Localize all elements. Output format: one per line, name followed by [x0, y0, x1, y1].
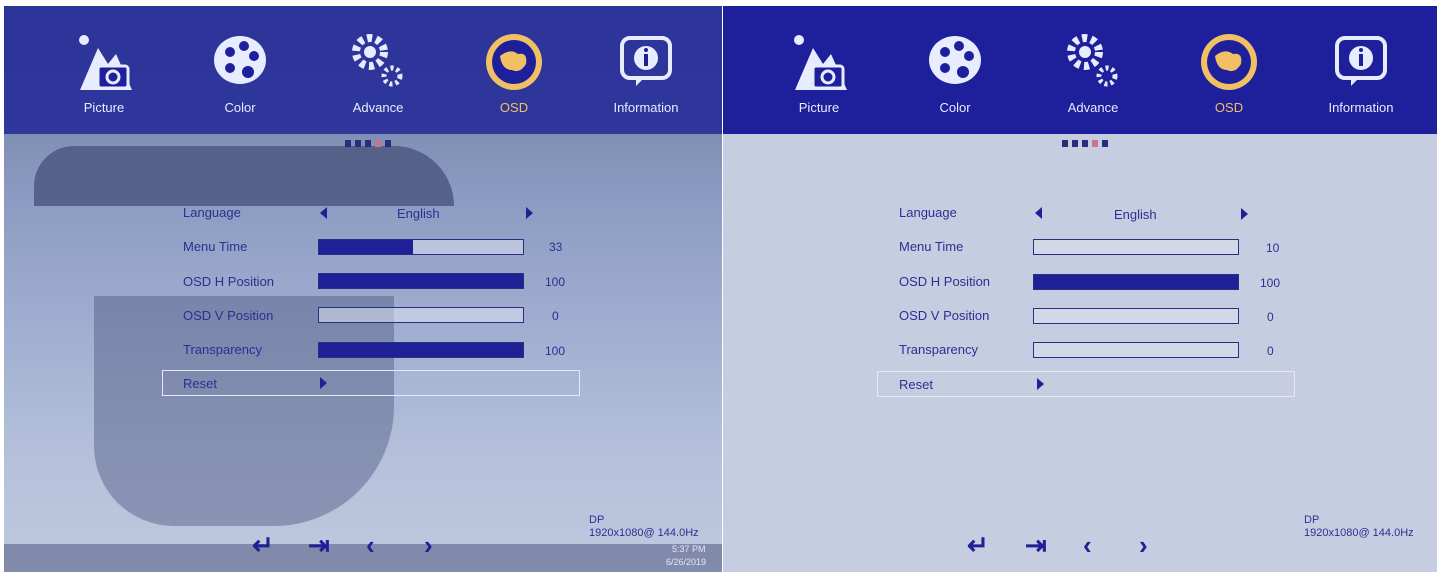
reset-row[interactable]	[162, 370, 580, 396]
transparency-label: Transparency	[899, 342, 978, 357]
input-source: DP	[589, 514, 605, 526]
osd-tab-bar: Picture Color Advance OSD Information	[723, 6, 1437, 134]
globe-icon	[1197, 30, 1261, 94]
tab-color[interactable]: Color	[895, 30, 1015, 130]
tab-label: Information	[1328, 100, 1394, 115]
transparency-slider[interactable]	[1033, 342, 1239, 358]
menu-time-value: 33	[549, 240, 563, 254]
tab-label: Information	[613, 100, 679, 115]
taskbar-clock: 5:37 PM	[672, 544, 706, 554]
language-prev-arrow[interactable]	[1035, 207, 1042, 219]
wallpaper-rock	[34, 146, 454, 206]
chevron-right-icon[interactable]: ›	[1139, 532, 1148, 558]
language-value: English	[1114, 207, 1157, 222]
menu-time-label: Menu Time	[183, 239, 248, 254]
exit-icon[interactable]: ⇥	[308, 532, 330, 558]
osd-v-position-value: 0	[552, 309, 559, 323]
osd-h-position-value: 100	[1260, 276, 1281, 290]
tab-label: OSD	[499, 100, 529, 115]
picture-icon	[72, 30, 136, 94]
osd-screen-transparent: Picture Color Advance OSD Information La…	[4, 6, 722, 572]
language-next-arrow[interactable]	[1241, 208, 1248, 220]
tab-osd[interactable]: OSD	[454, 30, 574, 130]
tab-information[interactable]: Information	[586, 30, 706, 130]
color-palette-icon	[923, 30, 987, 94]
tab-advance[interactable]: Advance	[318, 30, 438, 130]
chevron-left-icon[interactable]: ‹	[1083, 532, 1092, 558]
gear-icon	[1061, 30, 1125, 94]
menu-time-slider[interactable]	[1033, 239, 1239, 255]
taskbar	[4, 544, 722, 572]
transparency-value: 100	[545, 344, 566, 358]
info-icon	[1329, 30, 1393, 94]
language-value: English	[397, 206, 440, 221]
tab-label: Color	[224, 100, 256, 115]
osd-v-position-label: OSD V Position	[183, 308, 274, 323]
tab-label: OSD	[1214, 100, 1244, 115]
chevron-left-icon[interactable]: ‹	[366, 532, 375, 558]
osd-screen-opaque: Picture Color Advance OSD Information La…	[723, 6, 1437, 572]
reset-label: Reset	[183, 376, 217, 391]
picture-icon	[787, 30, 851, 94]
input-source: DP	[1304, 514, 1320, 526]
transparency-label: Transparency	[183, 342, 262, 357]
language-label: Language	[183, 205, 241, 220]
osd-v-position-value: 0	[1267, 310, 1274, 324]
chevron-right-icon[interactable]: ›	[424, 532, 433, 558]
transparency-slider[interactable]	[318, 342, 524, 358]
osd-h-position-value: 100	[545, 275, 566, 289]
tab-label: Color	[939, 100, 971, 115]
osd-v-position-label: OSD V Position	[899, 308, 990, 323]
info-icon	[614, 30, 678, 94]
tab-color[interactable]: Color	[180, 30, 300, 130]
color-palette-icon	[208, 30, 272, 94]
osd-v-position-slider[interactable]	[318, 307, 524, 323]
osd-h-position-label: OSD H Position	[183, 274, 275, 289]
tab-label: Advance	[352, 100, 404, 115]
osd-tab-bar: Picture Color Advance OSD Information	[4, 6, 722, 134]
globe-icon	[482, 30, 546, 94]
reset-label: Reset	[899, 377, 933, 392]
osd-h-position-slider[interactable]	[1033, 274, 1239, 290]
page-indicator	[1055, 140, 1115, 150]
language-prev-arrow[interactable]	[320, 207, 327, 219]
menu-time-value: 10	[1266, 241, 1280, 255]
resolution-readout: 1920x1080@ 144.0Hz	[1304, 527, 1414, 539]
gear-icon	[346, 30, 410, 94]
tab-picture[interactable]: Picture	[44, 30, 164, 130]
tab-label: Advance	[1067, 100, 1119, 115]
enter-icon[interactable]: ↵	[252, 532, 274, 558]
menu-time-label: Menu Time	[899, 239, 964, 254]
osd-v-position-slider[interactable]	[1033, 308, 1239, 324]
osd-h-position-slider[interactable]	[318, 273, 524, 289]
page-indicator	[338, 140, 398, 150]
tab-label: Picture	[798, 100, 840, 115]
reset-enter-arrow[interactable]	[320, 377, 327, 389]
tab-information[interactable]: Information	[1301, 30, 1421, 130]
taskbar-date: 6/26/2019	[666, 557, 707, 567]
exit-icon[interactable]: ⇥	[1025, 532, 1047, 558]
reset-enter-arrow[interactable]	[1037, 378, 1044, 390]
tab-picture[interactable]: Picture	[759, 30, 879, 130]
menu-time-slider[interactable]	[318, 239, 524, 255]
enter-icon[interactable]: ↵	[967, 532, 989, 558]
reset-row[interactable]	[877, 371, 1295, 397]
tab-label: Picture	[83, 100, 125, 115]
osd-h-position-label: OSD H Position	[899, 274, 991, 289]
language-next-arrow[interactable]	[526, 207, 533, 219]
tab-osd[interactable]: OSD	[1169, 30, 1289, 130]
tab-advance[interactable]: Advance	[1033, 30, 1153, 130]
resolution-readout: 1920x1080@ 144.0Hz	[589, 527, 699, 539]
transparency-value: 0	[1267, 344, 1274, 358]
wallpaper-reflection	[94, 296, 394, 526]
language-label: Language	[899, 205, 957, 220]
